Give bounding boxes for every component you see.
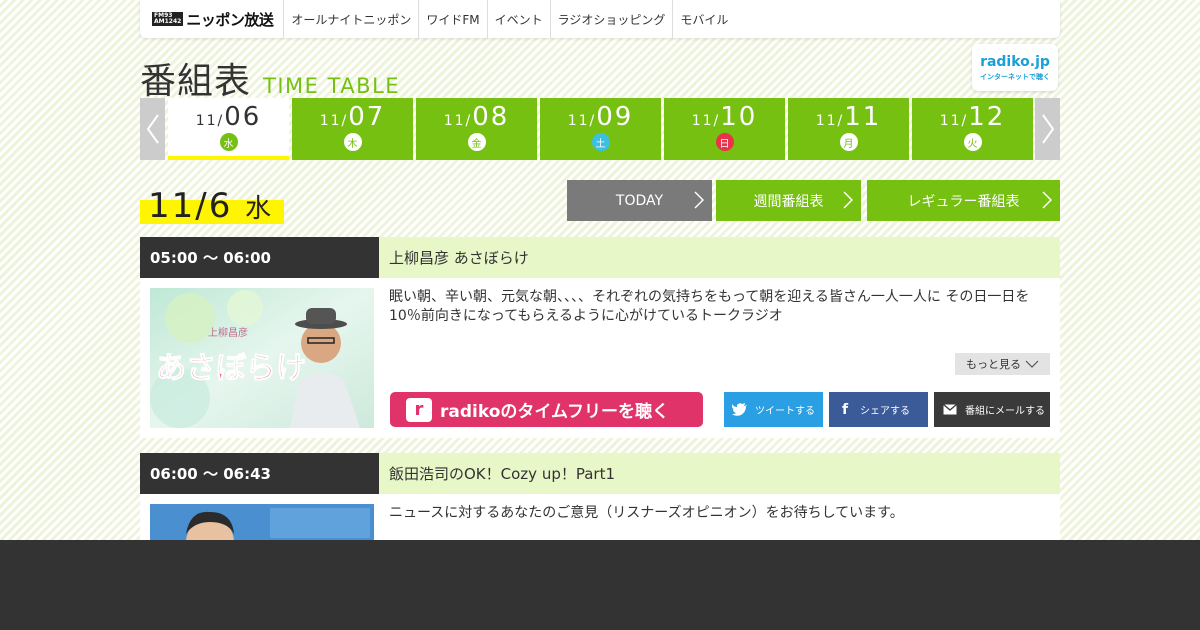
date-tab-weekday-badge: 月 [839, 133, 858, 151]
program-title[interactable]: 上柳昌彦 あさぼらけ [379, 237, 1060, 278]
radiko-badge-tagline: インターネットで聴く [980, 72, 1050, 81]
date-tab-day: 12 [968, 102, 1006, 132]
program-title[interactable]: 飯田浩司のOK！Cozy up！Part1 [379, 453, 1060, 494]
site-logo[interactable]: FM93 AM1242 ニッポン放送 [140, 0, 283, 38]
date-tab-month: 11/ [195, 113, 225, 129]
program-description: ニュースに対するあなたのご意見（リスナーズオピニオン）をお待ちしています。 [389, 505, 904, 521]
page-title: 番組表 TIME TABLE [140, 52, 400, 104]
chevron-right-icon [694, 191, 704, 209]
tweet-button[interactable]: ツイートする [724, 392, 823, 427]
date-tab-1109[interactable]: 11/09 土 [540, 98, 661, 160]
date-tab-1107[interactable]: 11/07 木 [292, 98, 413, 160]
prev-week-button[interactable] [140, 98, 165, 160]
program-thumbnail[interactable]: 上柳昌彦 あさぼらけ [150, 288, 374, 428]
date-tab-month: 11/ [443, 113, 473, 129]
facebook-share-button[interactable]: f シェアする [829, 392, 928, 427]
radiko-logo-icon: r [406, 397, 432, 422]
logo-badge-am: AM1242 [154, 18, 182, 25]
nav-item-allnightnippon[interactable]: オールナイトニッポン [283, 0, 418, 38]
program-card: ニュースに対するあなたのご意見（リスナーズオピニオン）をお待ちしています。 [140, 494, 1060, 540]
date-tab-weekday-badge: 火 [963, 133, 982, 151]
nav-item-mobile[interactable]: モバイル [672, 0, 735, 38]
mail-label: 番組にメールする [965, 406, 1045, 417]
current-date-heading: 11/6 水 [140, 186, 284, 226]
twitter-bird-icon [732, 402, 747, 416]
logo-text: ニッポン放送 [186, 10, 274, 29]
today-button-label: TODAY [615, 192, 664, 209]
date-tab-month: 11/ [815, 113, 845, 129]
weekly-schedule-label: 週間番組表 [753, 193, 824, 210]
date-tab-day: 06 [224, 102, 262, 132]
date-tab-month: 11/ [691, 113, 721, 129]
date-tab-1106[interactable]: 11/06 水 [168, 98, 289, 160]
more-button-label: もっと見る [966, 358, 1021, 371]
tweet-label: ツイートする [755, 406, 815, 417]
date-tab-weekday-badge: 木 [343, 133, 362, 151]
date-tab-bar: 11/06 水 11/07 木 11/08 金 11/09 土 11/10 日 … [140, 98, 1060, 160]
program-description: 眠い朝、辛い朝、元気な朝、、、、それぞれの気持ちをもって朝を迎える皆さん一人一人… [389, 289, 1030, 324]
date-tab-day: 10 [720, 102, 758, 132]
program-thumbnail[interactable] [150, 504, 374, 540]
radiko-timefree-label: radikoのタイムフリーを聴く [440, 402, 670, 422]
nav-item-widefm[interactable]: ワイドFM [418, 0, 486, 38]
mail-button[interactable]: 番組にメールする [934, 392, 1050, 427]
date-tab-weekday-badge: 土 [591, 133, 610, 151]
date-tab-1108[interactable]: 11/08 金 [416, 98, 537, 160]
thumbnail-small-text: 上柳昌彦 [208, 326, 248, 339]
date-tab-weekday-badge: 金 [467, 133, 486, 151]
current-date: 11/6 [148, 186, 233, 226]
regular-schedule-label: レギュラー番組表 [907, 193, 1020, 210]
more-button[interactable]: もっと見る [955, 353, 1050, 375]
chevron-right-icon [843, 191, 853, 209]
regular-schedule-button[interactable]: レギュラー番組表 [867, 180, 1060, 221]
date-tab-1111[interactable]: 11/11 月 [788, 98, 909, 160]
radiko-timefree-button[interactable]: r radikoのタイムフリーを聴く [390, 392, 703, 427]
program-header: 06:00 ～ 06:43 飯田浩司のOK！Cozy up！Part1 [140, 453, 1060, 494]
footer-bar [0, 540, 1200, 630]
page-title-jp: 番組表 [140, 61, 252, 102]
date-tab-weekday-badge: 日 [715, 133, 734, 151]
logo-frequency-badge: FM93 AM1242 [152, 12, 184, 26]
program-thumbnail-image [150, 504, 374, 540]
program-time: 06:00 ～ 06:43 [140, 453, 379, 494]
chevron-right-icon [1041, 114, 1054, 144]
date-tab-month: 11/ [319, 113, 349, 129]
current-weekday: 水 [245, 194, 274, 224]
radiko-badge-link[interactable]: radiko.jp インターネットで聴く [972, 44, 1058, 91]
date-tab-day: 09 [596, 102, 634, 132]
weekly-schedule-button[interactable]: 週間番組表 [716, 180, 861, 221]
date-tab-month: 11/ [567, 113, 597, 129]
date-tab-day: 07 [348, 102, 386, 132]
today-button[interactable]: TODAY [567, 180, 712, 221]
date-tab-day: 08 [472, 102, 510, 132]
share-label: シェアする [860, 406, 910, 417]
top-navigation: FM93 AM1242 ニッポン放送 オールナイトニッポン ワイドFM イベント… [140, 0, 1060, 38]
mail-icon [943, 404, 957, 415]
thumbnail-title-text: あさぼらけ [156, 351, 306, 386]
page-title-en: TIME TABLE [263, 74, 401, 98]
next-week-button[interactable] [1035, 98, 1060, 160]
program-card: 上柳昌彦 あさぼらけ 眠い朝、辛い朝、元気な朝、、、、それぞれの気持ちをもって朝… [140, 278, 1060, 438]
chevron-down-icon [1025, 360, 1039, 368]
date-tab-weekday-badge: 水 [219, 133, 238, 151]
radiko-badge-name: radiko.jp [980, 53, 1050, 70]
program-thumbnail-image: 上柳昌彦 あさぼらけ [150, 288, 374, 428]
chevron-left-icon [146, 114, 159, 144]
nav-item-radio-shopping[interactable]: ラジオショッピング [549, 0, 673, 38]
date-tab-1110[interactable]: 11/10 日 [664, 98, 785, 160]
date-tab-1112[interactable]: 11/12 火 [912, 98, 1033, 160]
date-tab-day: 11 [844, 102, 882, 132]
date-tab-month: 11/ [939, 113, 969, 129]
facebook-icon: f [841, 401, 849, 418]
program-header: 05:00 ～ 06:00 上柳昌彦 あさぼらけ [140, 237, 1060, 278]
nav-item-event[interactable]: イベント [486, 0, 550, 38]
chevron-right-icon [1042, 191, 1052, 209]
program-time: 05:00 ～ 06:00 [140, 237, 379, 278]
